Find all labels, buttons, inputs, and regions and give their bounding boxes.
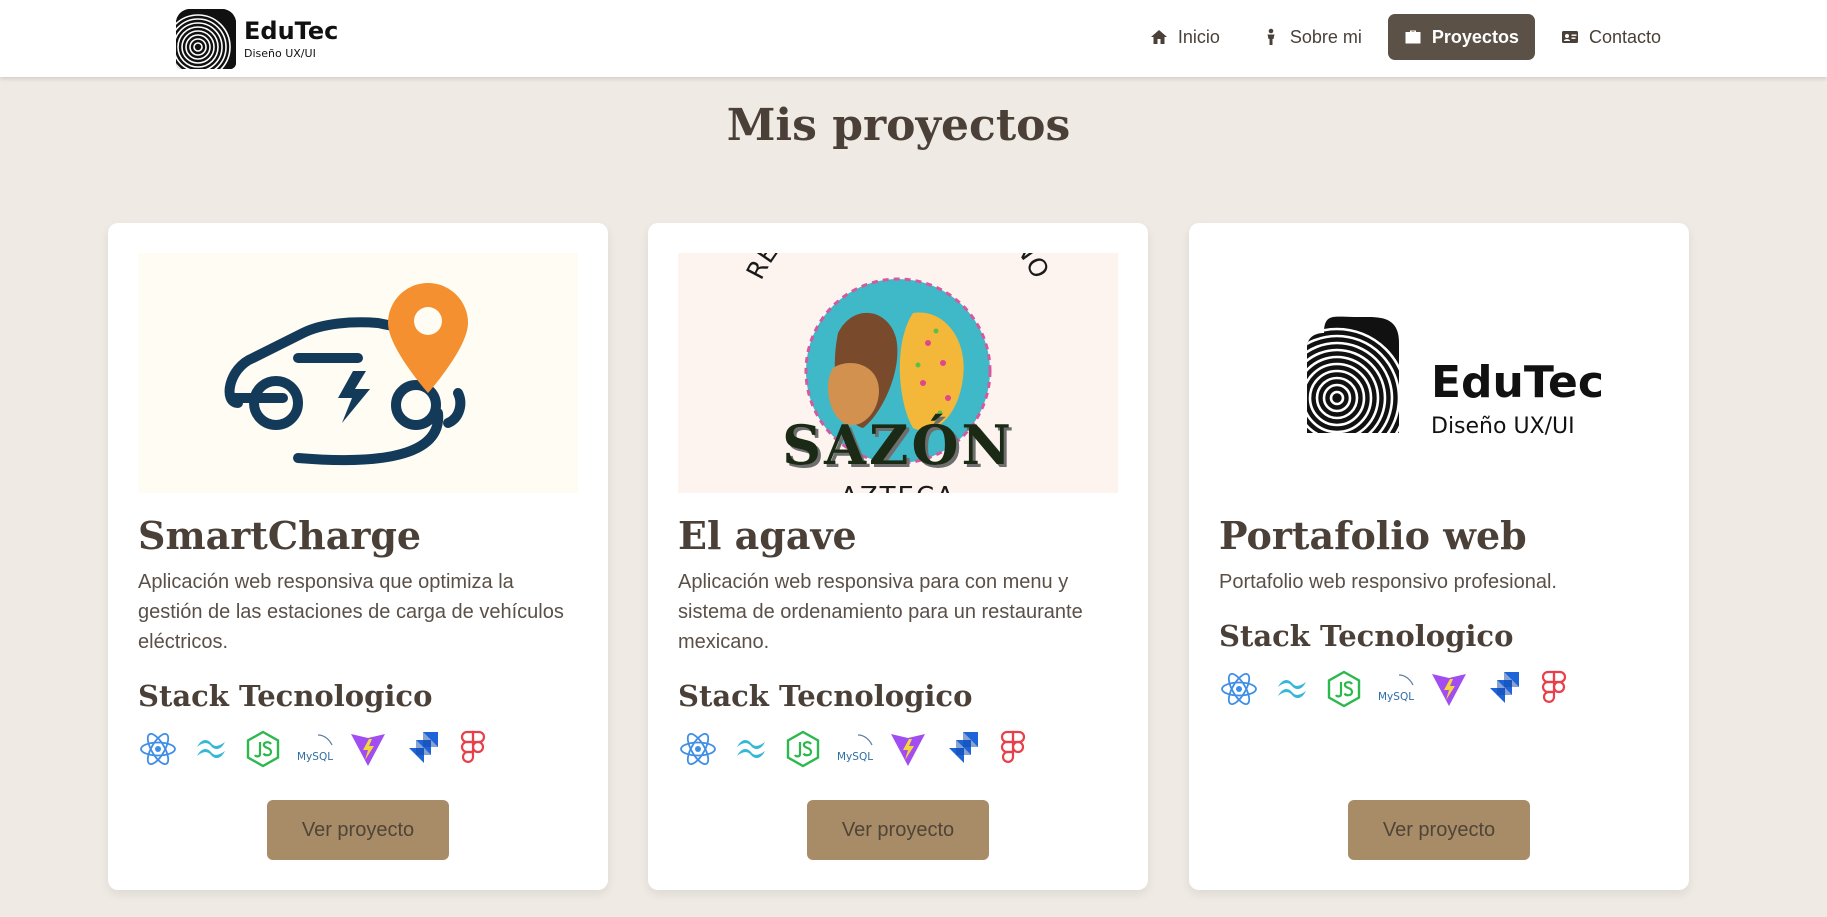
person-icon xyxy=(1262,28,1280,46)
project-title: El agave xyxy=(678,513,857,558)
contact-card-icon xyxy=(1561,28,1579,46)
tech-stack: MySQL xyxy=(138,729,506,769)
edutec-logo-name: EduTec xyxy=(1431,357,1604,408)
restaurant-name: SAZÓN xyxy=(782,413,1014,477)
mysql-label: MySQL xyxy=(1378,691,1414,703)
vite-icon xyxy=(888,729,928,769)
view-project-button[interactable]: Ver proyecto xyxy=(267,800,449,860)
brand-logo[interactable]: EduTec Diseño UX/UI xyxy=(176,9,338,69)
restaurant-subname: AZTECA xyxy=(840,482,956,493)
project-description: Aplicación web responsiva para con menu … xyxy=(678,571,1083,653)
navbar: EduTec Diseño UX/UI Inicio Sobre mi Proy… xyxy=(0,0,1827,77)
project-title: Portafolio web xyxy=(1219,513,1527,558)
mysql-label: MySQL xyxy=(837,751,873,763)
mysql-icon: MySQL xyxy=(1377,669,1417,709)
jira-icon xyxy=(1482,669,1522,709)
mysql-icon: MySQL xyxy=(296,729,336,769)
fingerprint-logo-icon xyxy=(176,9,236,69)
view-project-button[interactable]: Ver proyecto xyxy=(807,800,989,860)
tailwind-icon xyxy=(191,729,231,769)
tailwind-icon xyxy=(731,729,771,769)
nav-item-sobre-mi[interactable]: Sobre mi xyxy=(1246,14,1378,60)
figma-icon xyxy=(993,729,1033,769)
jira-icon xyxy=(401,729,441,769)
restaurant-logo: RESTAURANTE MEXICANO SAZÓN SAZÓN AZTECA xyxy=(678,253,1118,493)
jira-icon xyxy=(941,729,981,769)
mysql-icon: MySQL xyxy=(836,729,876,769)
tech-stack: MySQL xyxy=(678,729,1046,769)
project-description: Portafolio web responsivo profesional. xyxy=(1219,571,1557,593)
nav-label: Proyectos xyxy=(1431,26,1519,47)
briefcase-icon xyxy=(1404,28,1422,46)
stack-title: Stack Tecnologico xyxy=(1219,619,1514,653)
vite-icon xyxy=(348,729,388,769)
nodejs-icon xyxy=(1324,669,1364,709)
view-project-button[interactable]: Ver proyecto xyxy=(1348,800,1530,860)
home-icon xyxy=(1150,28,1168,46)
stack-title: Stack Tecnologico xyxy=(678,679,973,713)
tailwind-icon xyxy=(1272,669,1312,709)
tech-stack: MySQL xyxy=(1219,669,1587,709)
nav-item-contacto[interactable]: Contacto xyxy=(1545,14,1677,60)
page-title: Mis proyectos xyxy=(726,100,1071,151)
nav-item-inicio[interactable]: Inicio xyxy=(1134,14,1236,60)
nav-label: Inicio xyxy=(1177,26,1220,47)
react-icon xyxy=(138,729,178,769)
figma-icon xyxy=(453,729,493,769)
react-icon xyxy=(678,729,718,769)
react-icon xyxy=(1219,669,1259,709)
brand-tagline: Diseño UX/UI xyxy=(244,47,316,60)
nav-label: Sobre mi xyxy=(1289,26,1362,47)
edutec-logo: EduTec Diseño UX/UI xyxy=(1219,253,1659,493)
stack-title: Stack Tecnologico xyxy=(138,679,433,713)
figma-icon xyxy=(1534,669,1574,709)
nav-item-proyectos[interactable]: Proyectos xyxy=(1387,14,1535,60)
nodejs-icon xyxy=(783,729,823,769)
main-nav: Inicio Sobre mi Proyectos Contacto xyxy=(1124,14,1677,60)
nodejs-icon xyxy=(243,729,283,769)
mysql-label: MySQL xyxy=(297,751,333,763)
project-card-el-agave: RESTAURANTE MEXICANO SAZÓN SAZÓN AZTECA … xyxy=(648,223,1148,890)
brand-name: EduTec xyxy=(244,17,339,45)
nav-label: Contacto xyxy=(1588,26,1661,47)
project-card-smartcharge: SmartCharge Aplicación web responsiva qu… xyxy=(108,223,608,890)
project-card-portafolio: EduTec Diseño UX/UI Portafolio web Porta… xyxy=(1189,223,1689,890)
edutec-logo-tagline: Diseño UX/UI xyxy=(1431,414,1575,439)
project-description: Aplicación web responsiva que optimiza l… xyxy=(138,571,564,653)
ev-charging-logo xyxy=(138,253,578,493)
project-title: SmartCharge xyxy=(138,513,422,558)
vite-icon xyxy=(1429,669,1469,709)
